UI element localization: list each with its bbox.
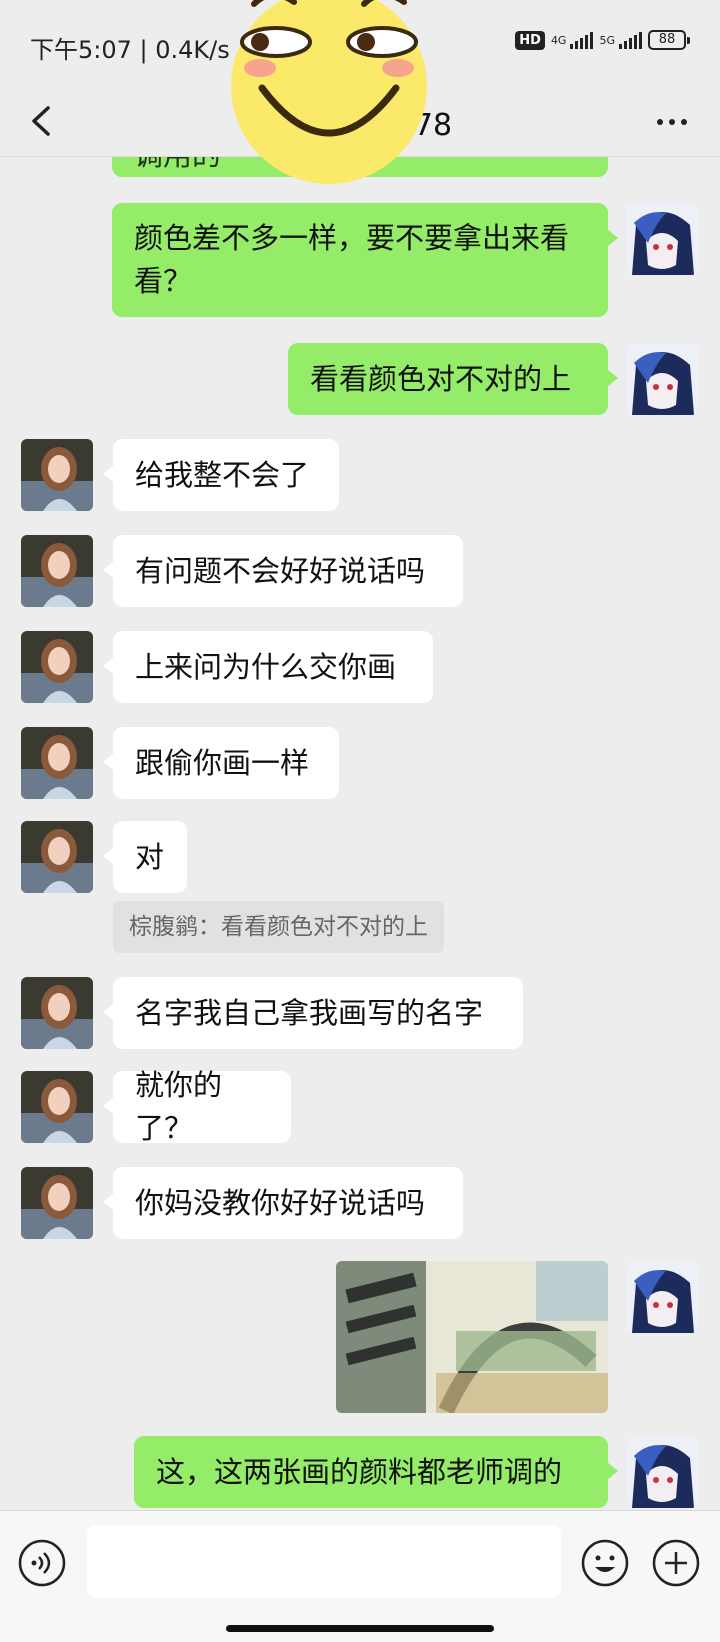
message-bubble-outgoing[interactable]: 看看颜色对不对的上 — [288, 343, 618, 415]
message-bubble-incoming[interactable]: 对 — [103, 821, 187, 893]
message-bubble-incoming[interactable]: 名字我自己拿我画写的名字 — [103, 977, 523, 1049]
voice-icon — [18, 1539, 66, 1587]
message-bubble-incoming[interactable]: 跟偷你画一样 — [103, 727, 339, 799]
battery-level: 88 — [648, 30, 686, 50]
avatar-anime-icon — [626, 1436, 698, 1508]
contact-avatar[interactable] — [21, 727, 93, 799]
avatar-anime-icon — [626, 343, 698, 415]
contact-avatar[interactable] — [21, 821, 93, 893]
avatar-photo-icon — [21, 1071, 93, 1143]
signal-icon — [619, 31, 642, 49]
contact-avatar[interactable] — [21, 535, 93, 607]
avatar-photo-icon — [21, 439, 93, 511]
home-indicator[interactable] — [226, 1625, 494, 1632]
message-text: 就你的了？ — [135, 1068, 223, 1145]
message-bubble-incoming[interactable]: 有问题不会好好说话吗 — [103, 535, 463, 607]
message-bubble-incoming[interactable]: 你妈没教你好好说话吗 — [103, 1167, 463, 1239]
my-avatar[interactable] — [626, 1261, 698, 1333]
message-text: 名字我自己拿我画写的名字 — [135, 995, 484, 1030]
signal-icon — [570, 31, 594, 49]
watercolor-painting-photo-icon — [336, 1261, 608, 1413]
hd-icon: HD — [515, 30, 545, 50]
message-bubble-outgoing[interactable]: 这，这两张画的颜料都老师调的 — [134, 1436, 618, 1508]
message-text: 颜色差不多一样，要不要拿出来看看？ — [134, 221, 570, 298]
my-avatar[interactable] — [626, 343, 698, 415]
battery-icon: 88 — [648, 30, 690, 50]
message-text: 有问题不会好好说话吗 — [135, 553, 426, 588]
message-bubble-outgoing[interactable]: 颜色差不多一样，要不要拿出来看看？ — [112, 203, 618, 317]
message-text: 跟偷你画一样 — [135, 745, 310, 780]
avatar-anime-icon — [626, 203, 698, 275]
message-list[interactable]: 调用的 颜色差不多一样，要不要拿出来看看？ 看看颜色对不对的上 — [0, 157, 720, 1510]
message-text: 调用的 — [134, 157, 221, 177]
emoji-icon — [581, 1539, 629, 1587]
avatar-photo-icon — [21, 821, 93, 893]
status-indicators: HD 4G 5G 88 — [515, 30, 690, 50]
avatar-photo-icon — [21, 727, 93, 799]
message-text: 上来问为什么交你画 — [135, 649, 397, 684]
emoji-button[interactable] — [581, 1539, 629, 1587]
plus-button[interactable] — [652, 1539, 700, 1587]
contact-avatar[interactable] — [21, 439, 93, 511]
network-4g-label: 4G — [550, 33, 567, 47]
contact-avatar[interactable] — [21, 1071, 93, 1143]
my-avatar[interactable] — [626, 203, 698, 275]
message-text: 看看颜色对不对的上 — [310, 361, 572, 396]
message-text: 对 — [135, 839, 165, 874]
message-bubble-incoming[interactable]: 上来问为什么交你画 — [103, 631, 433, 703]
quoted-message[interactable]: 棕腹鹟：看看颜色对不对的上 — [113, 901, 444, 953]
more-button[interactable] — [650, 102, 694, 142]
chat-input-bar — [0, 1510, 720, 1642]
avatar-photo-icon — [21, 631, 93, 703]
message-text: 这，这两张画的颜料都老师调的 — [156, 1454, 563, 1489]
message-bubble-incoming[interactable]: 就你的了？ — [103, 1068, 291, 1145]
message-text: 给我整不会了 — [135, 457, 310, 492]
plus-icon — [652, 1539, 700, 1587]
contact-avatar[interactable] — [21, 977, 93, 1049]
message-input[interactable] — [87, 1526, 561, 1598]
contact-avatar[interactable] — [21, 1167, 93, 1239]
contact-avatar[interactable] — [21, 631, 93, 703]
my-avatar[interactable] — [626, 1436, 698, 1508]
status-time: 下午5:07 | 0.4K/s — [30, 36, 230, 64]
sticker-face-icon — [231, 0, 427, 184]
image-message[interactable] — [336, 1261, 608, 1413]
avatar-photo-icon — [21, 977, 93, 1049]
avatar-photo-icon — [21, 535, 93, 607]
message-bubble-incoming[interactable]: 给我整不会了 — [103, 439, 339, 511]
voice-button[interactable] — [18, 1539, 66, 1587]
avatar-photo-icon — [21, 1167, 93, 1239]
message-text: 你妈没教你好好说话吗 — [135, 1185, 426, 1220]
more-dots-icon — [657, 119, 663, 125]
network-5g-label: 5G — [599, 33, 615, 47]
avatar-anime-icon — [626, 1261, 698, 1333]
